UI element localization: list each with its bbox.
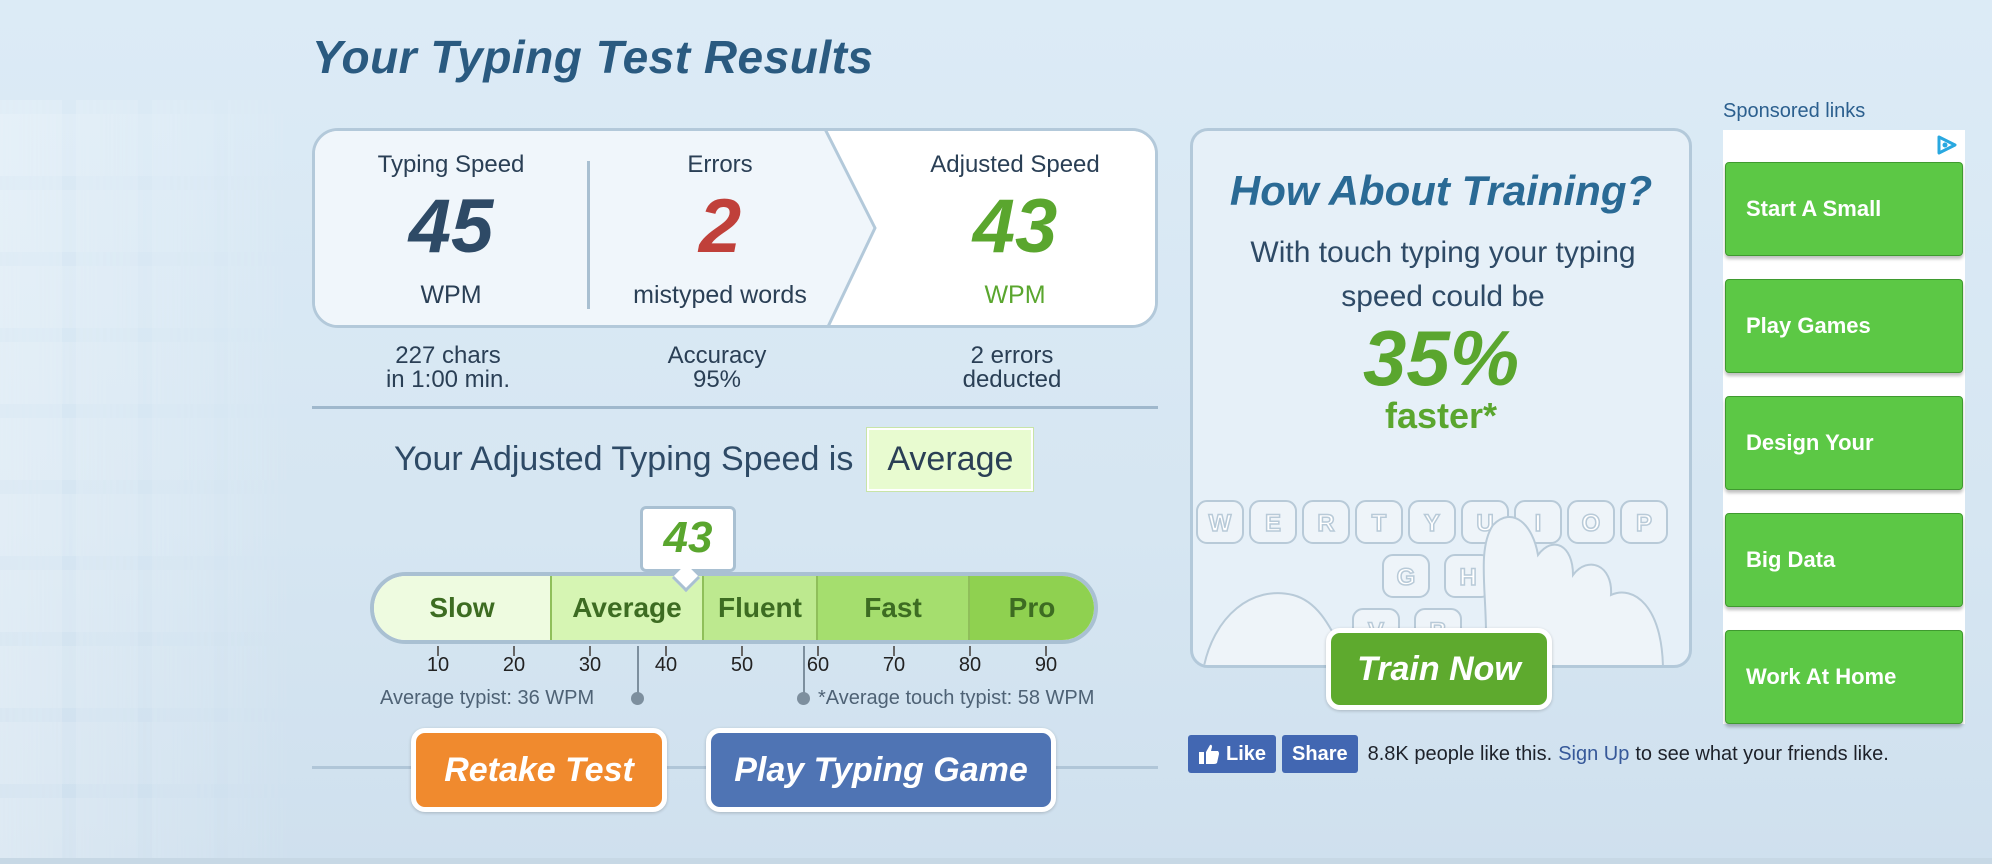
- adchoices-icon[interactable]: [1935, 134, 1959, 156]
- typing-speed-label: Typing Speed: [377, 151, 525, 178]
- keyboard-key: R: [1302, 500, 1350, 544]
- errors-stat: Errors 2 mistyped words: [590, 131, 850, 325]
- svg-text:O: O: [1582, 510, 1601, 537]
- facebook-signup-suffix: to see what your friends like.: [1635, 742, 1889, 765]
- training-title: How About Training?: [1229, 167, 1653, 214]
- stats-card: Typing Speed 45 WPM Errors 2 mistyped wo…: [312, 128, 1158, 328]
- adjusted-speed-label: Adjusted Speed: [930, 151, 1100, 178]
- ad-link-4[interactable]: Work At Home: [1725, 630, 1963, 724]
- scale-tick-label: 70: [882, 654, 906, 676]
- ad-link-1[interactable]: Play Games: [1725, 279, 1963, 373]
- adjusted-speed-stat: Adjusted Speed 43 WPM: [870, 131, 1155, 325]
- accuracy-label: Accuracy: [667, 342, 767, 369]
- keyboard-key: Y: [1408, 500, 1456, 544]
- scale-segment-fast: Fast: [818, 576, 970, 640]
- deducted-line1: 2 errors: [970, 342, 1054, 369]
- svg-text:T: T: [1372, 510, 1387, 537]
- scale-tick-label: 80: [958, 654, 982, 676]
- svg-text:W: W: [1209, 510, 1232, 537]
- page-title: Your Typing Test Results: [312, 31, 874, 83]
- svg-text:R: R: [1317, 510, 1334, 537]
- ads-panel: Start A Small Play Games Design Your Big Da…: [1723, 130, 1965, 724]
- scale-segment-fluent: Fluent: [704, 576, 818, 640]
- training-card: How About Training? With touch typing yo…: [1190, 128, 1692, 668]
- touch-typist-marker: [803, 646, 805, 696]
- svg-text:G: G: [1397, 564, 1416, 591]
- rating-badge: Average: [867, 428, 1034, 491]
- scale-tick-label: 50: [730, 654, 754, 676]
- facebook-like-label: Like: [1226, 742, 1267, 765]
- adjusted-rating-text: Your Adjusted Typing Speed is: [394, 440, 854, 478]
- play-typing-game-button[interactable]: Play Typing Game: [706, 728, 1056, 812]
- scale-tick-label: 10: [426, 654, 450, 676]
- train-now-button[interactable]: Train Now: [1326, 628, 1552, 710]
- training-percent: 35%: [1362, 314, 1520, 402]
- scale-tick-label: 60: [806, 654, 830, 676]
- scale-tick-label: 90: [1034, 654, 1058, 676]
- adjusted-speed-value: 43: [972, 184, 1058, 269]
- scale-segment-pro: Pro: [970, 576, 1094, 640]
- svg-text:P: P: [1636, 510, 1652, 537]
- facebook-signup-link[interactable]: Sign Up: [1558, 743, 1629, 766]
- average-typist-dot: [631, 692, 644, 705]
- chars-line2: in 1:00 min.: [385, 366, 511, 393]
- background-keys-pattern: [0, 100, 300, 860]
- scale-tick-label: 40: [654, 654, 678, 676]
- training-text: With touch typing your typing speed coul…: [1250, 236, 1636, 313]
- keyboard-key: G: [1382, 554, 1430, 598]
- chars-stat: 227 chars in 1:00 min.: [312, 344, 584, 392]
- svg-text:H: H: [1459, 564, 1476, 591]
- svg-text:I: I: [1535, 510, 1542, 537]
- errors-value: 2: [698, 184, 742, 269]
- touch-typist-dot: [797, 692, 810, 705]
- facebook-share-button[interactable]: Share: [1282, 735, 1358, 773]
- errors-unit: mistyped words: [633, 281, 807, 309]
- speed-scale: Slow Average Fluent Fast Pro: [370, 572, 1098, 644]
- scale-segment-slow: Slow: [374, 576, 552, 640]
- training-faster: faster*: [1384, 395, 1498, 436]
- svg-text:E: E: [1265, 510, 1281, 537]
- deducted-stat: 2 errors deducted: [867, 344, 1157, 392]
- sub-stats: 227 chars in 1:00 min. Accuracy 95% 2 er…: [312, 344, 1158, 394]
- typing-speed-stat: Typing Speed 45 WPM: [315, 131, 587, 325]
- thumbs-up-icon: [1199, 744, 1219, 764]
- keyboard-key: P: [1620, 500, 1668, 544]
- facebook-like-button[interactable]: Like: [1188, 735, 1277, 773]
- adjusted-speed-unit: WPM: [984, 281, 1046, 309]
- typing-speed-unit: WPM: [420, 281, 482, 309]
- keyboard-key: W: [1196, 500, 1244, 544]
- scale-tick-label: 30: [578, 654, 602, 676]
- keyboard-key: T: [1355, 500, 1403, 544]
- touch-typist-label: *Average touch typist: 58 WPM: [818, 687, 1095, 709]
- scale-tick-label: 20: [502, 654, 526, 676]
- facebook-like-bar: Like Share 8.8K people like this. Sign U…: [1188, 734, 1889, 774]
- ad-link-2[interactable]: Design Your: [1725, 396, 1963, 490]
- page-bottom-border: [0, 858, 1992, 864]
- average-typist-label: Average typist: 36 WPM: [380, 687, 595, 709]
- accuracy-value: 95%: [692, 366, 742, 393]
- average-typist-marker: [637, 646, 639, 696]
- section-divider: [312, 406, 1158, 409]
- adjusted-rating: Your Adjusted Typing Speed is Average: [394, 428, 1034, 491]
- svg-text:Y: Y: [1424, 510, 1440, 537]
- facebook-like-count: 8.8K people like this.: [1367, 742, 1553, 765]
- errors-label: Errors: [687, 151, 753, 178]
- score-bubble: 43: [640, 506, 736, 572]
- accuracy-stat: Accuracy 95%: [587, 344, 847, 392]
- deducted-line2: deducted: [962, 366, 1062, 393]
- scale-ticks: 10 20 30 40 50 60 70 80 90: [370, 646, 1098, 686]
- keyboard-key: E: [1249, 500, 1297, 544]
- typing-speed-value: 45: [408, 184, 494, 269]
- keyboard-key: O: [1567, 500, 1615, 544]
- sponsored-links-label: Sponsored links: [1723, 100, 1866, 122]
- ad-link-3[interactable]: Big Data: [1725, 513, 1963, 607]
- ad-link-0[interactable]: Start A Small: [1725, 162, 1963, 256]
- chars-line1: 227 chars: [395, 342, 501, 369]
- retake-test-button[interactable]: Retake Test: [411, 728, 667, 812]
